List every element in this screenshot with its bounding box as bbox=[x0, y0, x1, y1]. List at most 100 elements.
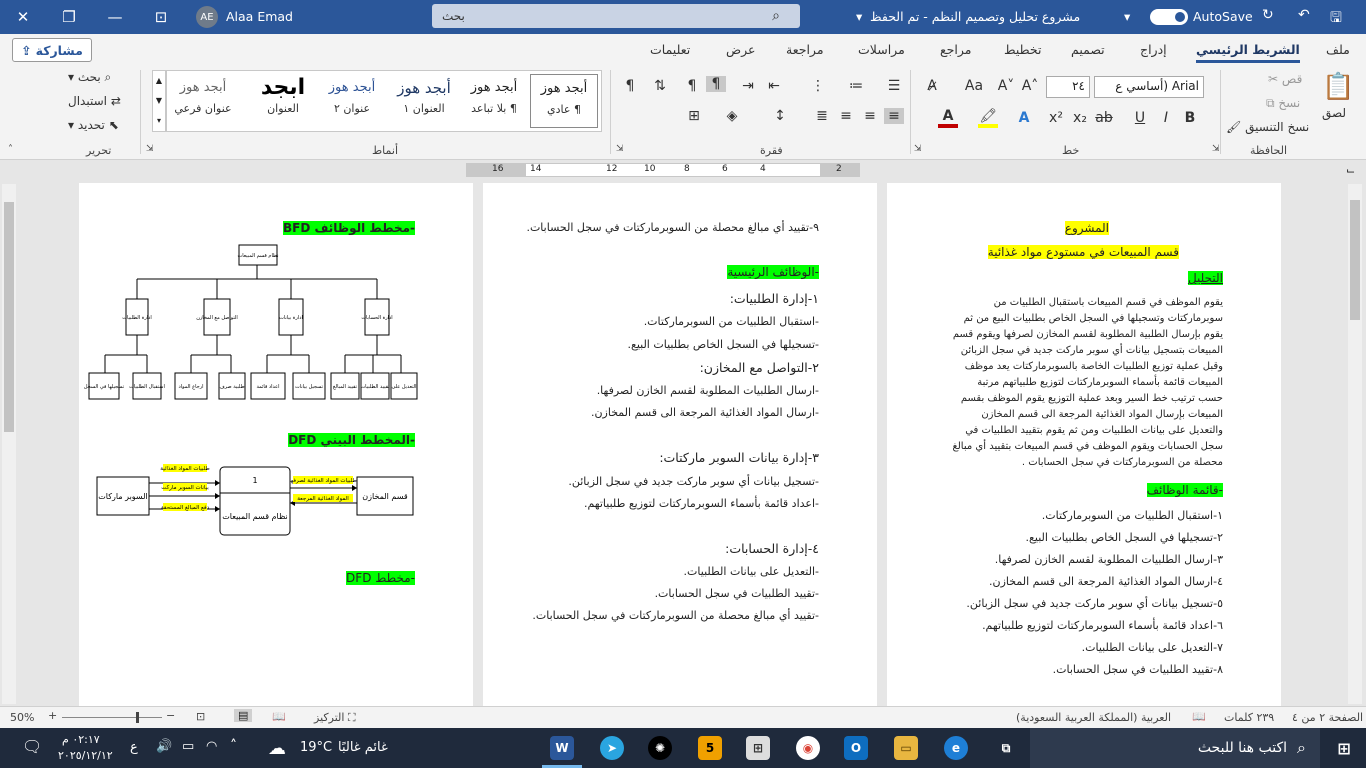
doc-title-dropdown[interactable]: ▾ bbox=[856, 9, 862, 24]
proofing-icon[interactable]: 📖 bbox=[1192, 710, 1206, 723]
chrome-icon[interactable]: ◉ bbox=[796, 736, 820, 760]
sort-icon[interactable]: ⇅ bbox=[650, 78, 670, 94]
outlook-icon[interactable]: O bbox=[844, 736, 868, 760]
ltr-icon[interactable]: ¶ bbox=[682, 78, 702, 94]
find-button[interactable]: ⌕ بحث ▾ bbox=[68, 70, 111, 85]
paragraph-launcher-icon[interactable]: ⇲ bbox=[616, 144, 624, 154]
print-layout-icon[interactable]: ▤ bbox=[234, 709, 253, 722]
paste-icon[interactable]: 📋 bbox=[1322, 72, 1354, 102]
align-left-icon[interactable]: ≡ bbox=[836, 108, 856, 124]
zoom-level[interactable]: 50% bbox=[10, 711, 34, 724]
zoom-out-icon[interactable]: − bbox=[166, 709, 175, 722]
subscript-icon[interactable]: x₂ bbox=[1070, 110, 1090, 126]
clock-date[interactable]: ٢٠٢٥/١٢/١٢ bbox=[58, 749, 113, 762]
style-heading-2[interactable]: أبجد هوز عنوان ٢ bbox=[318, 74, 386, 128]
user-name[interactable]: Alaa Emad bbox=[226, 9, 293, 24]
style-no-spacing[interactable]: أبجد هوز ¶ بلا تباعد bbox=[460, 74, 528, 128]
line-spacing-icon[interactable]: ↕ bbox=[770, 108, 790, 124]
change-case-icon[interactable]: Aa bbox=[964, 78, 984, 94]
font-size-combo[interactable]: ٢٤ bbox=[1046, 76, 1090, 98]
battery-icon[interactable]: ▭ bbox=[182, 739, 194, 754]
taskbar-search[interactable]: ⌕ اكتب هنا للبحث bbox=[1030, 728, 1320, 768]
style-heading-1[interactable]: أبجد هوز العنوان ١ bbox=[390, 74, 458, 128]
tab-insert[interactable]: إدراج bbox=[1140, 42, 1167, 57]
task-view-icon[interactable]: ⧉ bbox=[994, 736, 1018, 760]
tab-home[interactable]: الشريط الرئيسي bbox=[1196, 42, 1300, 63]
input-language[interactable]: ع bbox=[130, 740, 138, 755]
avatar[interactable]: AE bbox=[196, 6, 218, 28]
web-layout-icon[interactable]: ⊡ bbox=[196, 710, 205, 723]
copy-button[interactable]: نسخ ⧉ bbox=[1266, 96, 1300, 111]
left-scroll-thumb[interactable] bbox=[4, 202, 14, 432]
paste-button[interactable]: لصق bbox=[1322, 106, 1346, 120]
decrease-indent-icon[interactable]: ⇤ bbox=[764, 78, 784, 94]
tab-mailings[interactable]: مراسلات bbox=[858, 42, 905, 57]
tab-view[interactable]: عرض bbox=[726, 42, 755, 57]
minimize-icon[interactable]: — bbox=[92, 0, 138, 34]
read-mode-icon[interactable]: 📖 bbox=[272, 710, 286, 723]
cut-button[interactable]: قص ✂ bbox=[1268, 72, 1302, 86]
chatgpt-icon[interactable]: ✺ bbox=[648, 736, 672, 760]
file-explorer-icon[interactable]: ▭ bbox=[894, 736, 918, 760]
increase-indent-icon[interactable]: ⇥ bbox=[738, 78, 758, 94]
align-right-icon[interactable]: ≡ bbox=[884, 108, 904, 124]
bold-icon[interactable]: B bbox=[1180, 110, 1200, 126]
underline-icon[interactable]: U bbox=[1130, 110, 1150, 126]
multilevel-list-icon[interactable]: ⋮ bbox=[808, 78, 828, 94]
customize-qat-icon[interactable]: ▾ bbox=[1124, 9, 1130, 24]
text-effects-icon[interactable]: A bbox=[1014, 110, 1034, 126]
windows-start-icon[interactable]: ⊞ bbox=[1332, 736, 1356, 760]
superscript-icon[interactable]: x² bbox=[1046, 110, 1066, 126]
clock-time[interactable]: ٠٢:١٧ م bbox=[62, 733, 100, 746]
tab-help[interactable]: تعليمات bbox=[650, 42, 690, 57]
app-5-icon[interactable]: 5 bbox=[698, 736, 722, 760]
save-icon[interactable]: 🖫 bbox=[1330, 7, 1342, 31]
tab-layout[interactable]: تخطيط bbox=[1004, 42, 1041, 57]
shrink-font-icon[interactable]: A˅ bbox=[996, 78, 1016, 94]
borders-icon[interactable]: ⊞ bbox=[684, 108, 704, 124]
zoom-in-icon[interactable]: + bbox=[48, 709, 57, 722]
grow-font-icon[interactable]: A˄ bbox=[1020, 78, 1040, 94]
network-icon[interactable]: ◠ bbox=[206, 739, 217, 754]
store-icon[interactable]: ⊞ bbox=[746, 736, 770, 760]
justify-icon[interactable]: ≣ bbox=[812, 108, 832, 124]
format-painter-button[interactable]: نسخ التنسيق 🖌 bbox=[1226, 120, 1309, 134]
rtl-icon[interactable]: ¶ bbox=[706, 76, 726, 92]
numbering-icon[interactable]: ≔ bbox=[846, 78, 866, 94]
italic-icon[interactable]: I bbox=[1156, 110, 1176, 126]
weather-icon[interactable]: ☁ bbox=[268, 738, 286, 759]
strikethrough-icon[interactable]: ab bbox=[1094, 110, 1114, 126]
ruler-toggle-icon[interactable]: ⌙ bbox=[1346, 164, 1355, 177]
show-hidden-icons[interactable]: ˄ bbox=[230, 738, 237, 754]
autosave-toggle[interactable] bbox=[1150, 9, 1188, 25]
redo-icon[interactable]: ↻ bbox=[1262, 7, 1274, 23]
zoom-slider-thumb[interactable] bbox=[136, 712, 139, 723]
zoom-slider[interactable] bbox=[62, 717, 162, 718]
undo-icon[interactable]: ↶ bbox=[1298, 7, 1310, 23]
restore-icon[interactable]: ❐ bbox=[46, 0, 92, 34]
edge-icon[interactable]: e bbox=[944, 736, 968, 760]
tab-file[interactable]: ملف bbox=[1326, 42, 1350, 57]
page-3[interactable]: -مخطط الوظائف BFD نظام قسم المبيعات ادار… bbox=[79, 183, 473, 706]
font-color-icon[interactable]: A bbox=[938, 108, 958, 128]
weather-temp[interactable]: 19°C bbox=[300, 740, 332, 755]
language[interactable]: العربية (المملكة العربية السعودية) bbox=[1016, 711, 1171, 724]
telegram-icon[interactable]: ➤ bbox=[600, 736, 624, 760]
page-1[interactable]: المشروع قسم المبيعات في مستودع مواد غذائ… bbox=[887, 183, 1281, 706]
font-name-combo[interactable]: Arial (أساسي ع bbox=[1094, 76, 1204, 98]
replace-button[interactable]: ⇄ استبدال bbox=[68, 94, 121, 108]
vertical-scroll-thumb[interactable] bbox=[1350, 200, 1360, 320]
search-box[interactable]: ⌕ بحث bbox=[432, 4, 800, 28]
collapse-ribbon-icon[interactable]: ˄ bbox=[8, 144, 13, 155]
clipboard-launcher-icon[interactable]: ⇲ bbox=[1212, 144, 1220, 154]
notifications-icon[interactable]: 🗨 bbox=[22, 737, 42, 756]
clear-formatting-icon[interactable]: A̷ bbox=[922, 78, 942, 94]
tab-references[interactable]: مراجع bbox=[940, 42, 971, 57]
close-icon[interactable]: ✕ bbox=[0, 0, 46, 34]
page-count[interactable]: الصفحة ٢ من ٤ bbox=[1292, 711, 1363, 724]
focus-button[interactable]: التركيز ⛶ bbox=[314, 711, 356, 725]
highlight-icon[interactable]: 🖍 bbox=[978, 108, 998, 128]
volume-icon[interactable]: 🔊 bbox=[156, 739, 172, 754]
style-title[interactable]: ابجد العنوان bbox=[250, 74, 316, 128]
tab-review[interactable]: مراجعة bbox=[786, 42, 824, 57]
